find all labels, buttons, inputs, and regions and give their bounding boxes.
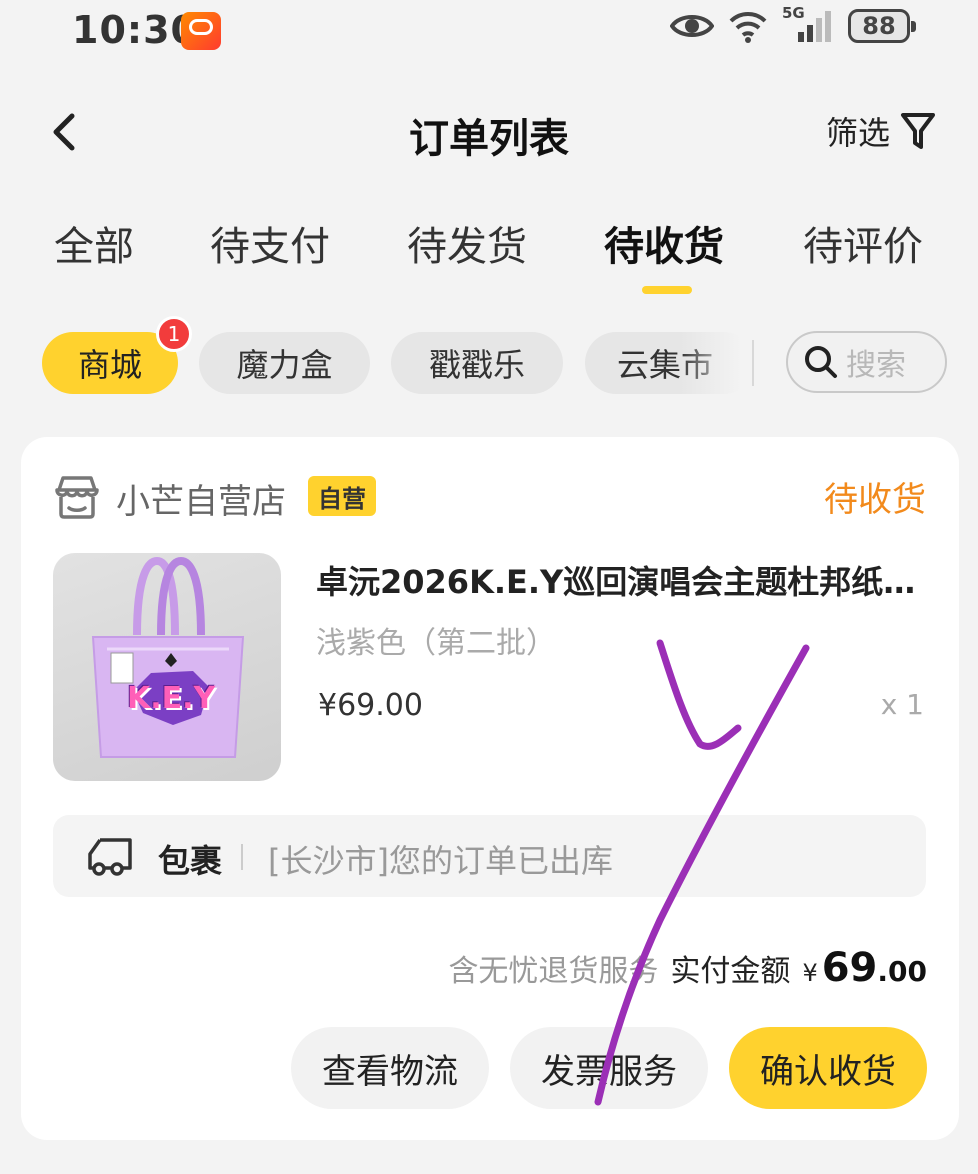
status-time: 10:30	[72, 8, 198, 52]
tab-pending-receipt[interactable]: 待收货	[604, 214, 724, 272]
eye-icon	[670, 15, 714, 37]
order-total: 含无忧退货服务 实付金额 ¥ 69 .00	[448, 945, 927, 991]
battery-indicator: 88	[848, 9, 916, 43]
filter-button[interactable]: 筛选	[826, 108, 936, 154]
total-amount-decimal: .00	[877, 955, 927, 988]
button-label: 查看物流	[322, 1051, 458, 1092]
chip-divider	[752, 340, 754, 386]
order-status-label: 待收货	[824, 480, 926, 520]
total-currency: ¥	[802, 959, 818, 987]
search-placeholder: 搜索	[846, 348, 906, 383]
product-name[interactable]: 卓沅2026K.E.Y巡回演唱会主题杜邦纸托特包	[316, 557, 928, 603]
truck-icon	[88, 838, 132, 876]
filter-label: 筛选	[825, 114, 890, 152]
product-variant: 浅紫色（第二批）	[316, 626, 556, 661]
package-divider	[241, 844, 243, 870]
product-price: ¥69.00	[318, 688, 423, 723]
button-label: 发票服务	[541, 1051, 677, 1092]
tab-pending-review[interactable]: 待评价	[803, 214, 923, 272]
self-operated-badge: 自营	[308, 476, 376, 516]
logistics-status: [长沙市]您的订单已出库	[268, 842, 613, 880]
tote-bag-illustration	[91, 556, 245, 758]
view-logistics-button[interactable]: 查看物流	[291, 1027, 489, 1109]
chip-label: 戳戳乐	[428, 346, 525, 384]
chip-label: 魔力盒	[236, 346, 333, 384]
wifi-icon	[729, 11, 767, 43]
chip-poke-fun[interactable]: 戳戳乐	[391, 332, 563, 394]
app-notification-icon	[181, 12, 221, 50]
tab-pending-shipment[interactable]: 待发货	[407, 214, 527, 272]
chip-magic-box[interactable]: 魔力盒	[199, 332, 370, 394]
search-icon	[805, 346, 837, 378]
battery-level: 88	[862, 12, 896, 40]
button-label: 确认收货	[760, 1051, 896, 1092]
cellular-signal-icon: 5G	[782, 4, 834, 44]
product-quantity: x 1	[880, 688, 924, 721]
total-amount-integer: 69	[821, 945, 878, 991]
search-button[interactable]: 搜索	[786, 331, 947, 393]
shop-name[interactable]: 小芒自营店	[116, 474, 286, 523]
funnel-icon	[901, 113, 935, 149]
invoice-service-button[interactable]: 发票服务	[510, 1027, 708, 1109]
order-status-tabs: 全部 待支付 待发货 待收货 待评价	[0, 214, 978, 304]
chip-label: 商城	[77, 346, 142, 384]
store-icon	[55, 476, 99, 519]
notification-badge: 1	[156, 316, 192, 352]
active-tab-indicator	[642, 286, 692, 294]
confirm-receipt-button[interactable]: 确认收货	[729, 1027, 927, 1109]
product-image-text: K.E.Y	[127, 681, 216, 716]
tab-all[interactable]: 全部	[54, 214, 134, 272]
status-icons: 5G 88	[670, 4, 916, 44]
package-label: 包裹	[158, 842, 223, 880]
return-service-note: 含无忧退货服务	[448, 954, 659, 989]
tab-pending-payment[interactable]: 待支付	[210, 214, 330, 272]
total-label: 实付金额	[670, 954, 791, 989]
product-image[interactable]: K.E.Y	[53, 553, 281, 781]
chip-scroll-fade	[680, 332, 756, 394]
